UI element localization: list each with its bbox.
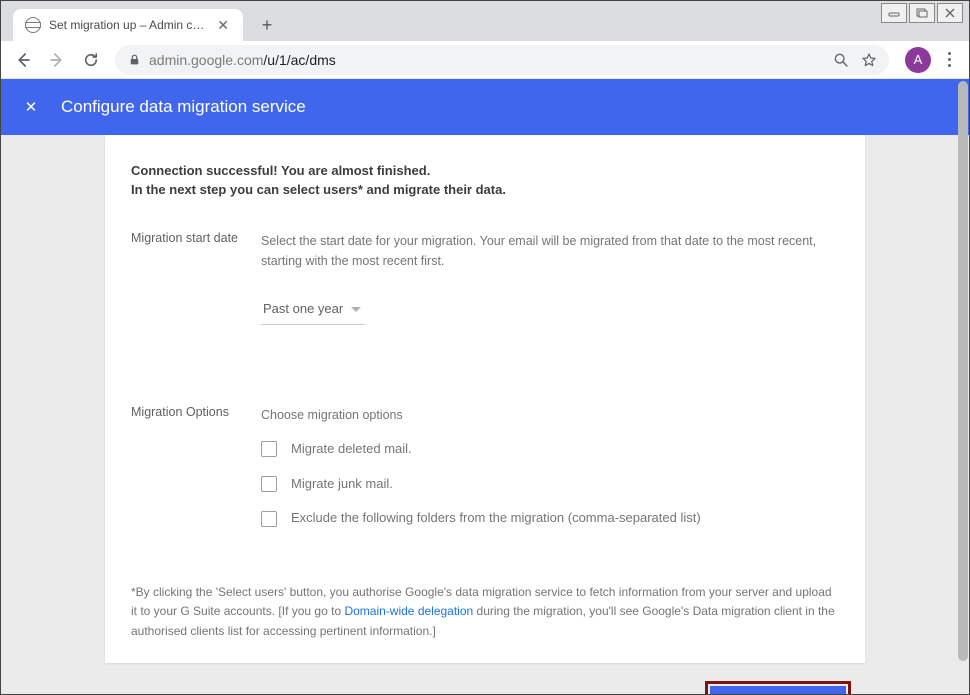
page-viewport: ✕ Configure data migration service Conne… (1, 79, 969, 694)
address-bar[interactable]: admin.google.com/u/1/ac/dms (115, 45, 889, 75)
options-label: Migration Options (131, 405, 261, 529)
footer-row: BACK SELECT USERS (105, 681, 865, 694)
config-card: Connection successful! You are almost fi… (105, 135, 865, 663)
globe-icon (25, 17, 41, 33)
url-path: /u/1/ac/dms (263, 52, 335, 68)
url-host: admin.google.com (149, 52, 263, 68)
maximize-button[interactable] (909, 3, 935, 23)
window-controls (881, 3, 963, 23)
start-date-section: Migration start date Select the start da… (131, 231, 839, 325)
option-label: Exclude the following folders from the m… (291, 508, 701, 529)
tab-strip: Set migration up – Admin consol ✕ + (1, 1, 969, 41)
browser-toolbar: admin.google.com/u/1/ac/dms A (1, 41, 969, 79)
options-description: Choose migration options (261, 405, 839, 425)
success-subheading: In the next step you can select users* a… (131, 182, 839, 197)
disclaimer-text: *By clicking the 'Select users' button, … (131, 583, 839, 641)
select-users-button[interactable]: SELECT USERS (710, 686, 846, 694)
page-header: ✕ Configure data migration service (1, 79, 969, 135)
option-row: Migrate deleted mail. (261, 439, 839, 460)
checkbox-migrate-junk[interactable] (261, 476, 277, 492)
scrollbar[interactable] (958, 81, 968, 661)
start-date-description: Select the start date for your migration… (261, 231, 839, 271)
lock-icon (127, 53, 141, 67)
forward-icon[interactable] (43, 46, 71, 74)
page-title: Configure data migration service (61, 97, 306, 117)
option-label: Migrate junk mail. (291, 474, 393, 495)
menu-icon[interactable] (937, 46, 961, 73)
reload-icon[interactable] (77, 46, 105, 74)
star-icon[interactable] (861, 52, 877, 68)
start-date-label: Migration start date (131, 231, 261, 325)
url-text: admin.google.com/u/1/ac/dms (149, 52, 336, 68)
option-row: Migrate junk mail. (261, 474, 839, 495)
start-date-selected: Past one year (263, 299, 343, 320)
close-tab-icon[interactable]: ✕ (215, 17, 231, 34)
options-section: Migration Options Choose migration optio… (131, 405, 839, 529)
select-users-highlight: SELECT USERS (705, 681, 851, 694)
start-date-dropdown[interactable]: Past one year (261, 293, 365, 325)
zoom-icon[interactable] (833, 52, 849, 68)
checkbox-exclude-folders[interactable] (261, 511, 277, 527)
back-icon[interactable] (9, 46, 37, 74)
tab-title: Set migration up – Admin consol (49, 18, 207, 32)
chevron-down-icon (351, 307, 361, 312)
close-window-button[interactable] (937, 3, 963, 23)
domain-delegation-link[interactable]: Domain-wide delegation (344, 604, 473, 618)
profile-avatar[interactable]: A (905, 47, 931, 73)
checkbox-migrate-deleted[interactable] (261, 441, 277, 457)
success-heading: Connection successful! You are almost fi… (131, 163, 839, 178)
option-label: Migrate deleted mail. (291, 439, 412, 460)
browser-tab[interactable]: Set migration up – Admin consol ✕ (13, 9, 243, 41)
avatar-letter: A (914, 52, 923, 67)
minimize-button[interactable] (881, 3, 907, 23)
close-icon[interactable]: ✕ (21, 98, 41, 116)
option-row: Exclude the following folders from the m… (261, 508, 839, 529)
new-tab-button[interactable]: + (253, 11, 281, 39)
